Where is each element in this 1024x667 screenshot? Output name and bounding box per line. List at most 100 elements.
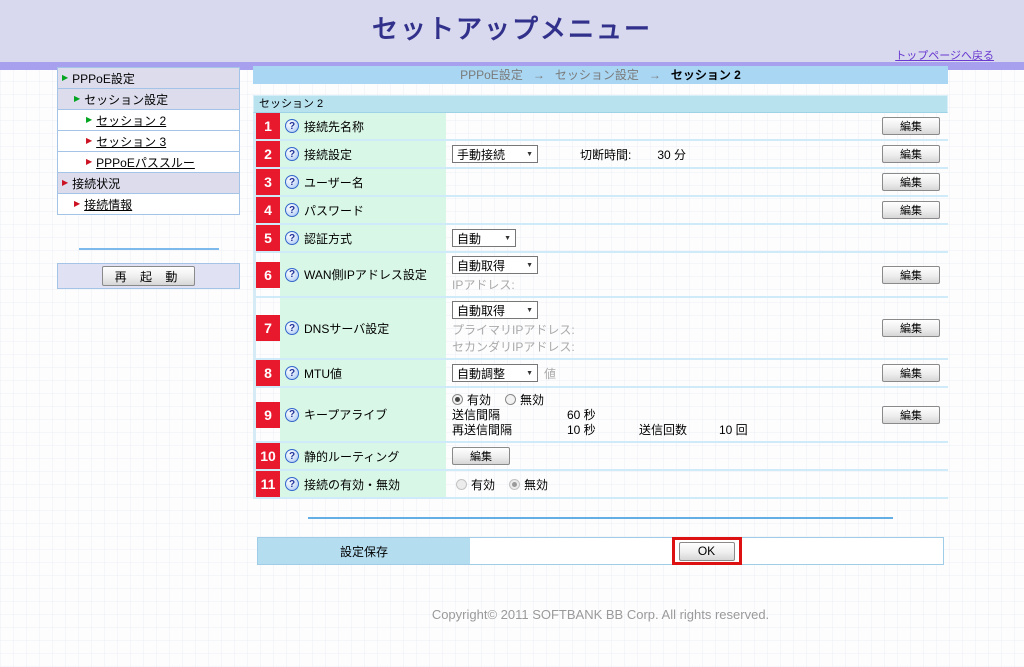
connection-mode-select[interactable]: 手動接続 ▼ xyxy=(452,145,538,163)
connection-disabled-radio xyxy=(509,479,520,490)
sidebar-item-pppoe-passthrough[interactable]: ▶ PPPoEパススルー xyxy=(57,151,240,173)
row-number-badge: 7 xyxy=(256,315,280,341)
help-icon[interactable]: ? xyxy=(285,321,299,335)
edit-button[interactable]: 編集 xyxy=(882,145,940,163)
row-label: DNSサーバ設定 xyxy=(304,320,389,337)
help-icon[interactable]: ? xyxy=(285,203,299,217)
help-icon[interactable]: ? xyxy=(285,268,299,282)
arrow-icon: ▶ xyxy=(62,179,68,187)
primary-ip-sublabel: プライマリIPアドレス: xyxy=(452,321,864,338)
row-label: 認証方式 xyxy=(304,230,352,247)
help-icon[interactable]: ? xyxy=(285,477,299,491)
ip-address-sublabel: IPアドレス: xyxy=(452,276,864,293)
sidebar-link-label[interactable]: PPPoEパススルー xyxy=(96,154,195,171)
send-interval-value: 60 秒 xyxy=(567,408,639,423)
radio-label: 無効 xyxy=(520,391,544,408)
row-number-badge: 8 xyxy=(256,360,280,386)
keepalive-enabled-radio[interactable] xyxy=(452,394,463,405)
sidebar-item-pppoe-settings: ▶ PPPoE設定 xyxy=(57,67,240,89)
arrow-icon: ▶ xyxy=(86,137,92,145)
row-label: キープアライブ xyxy=(304,406,387,423)
radio-label: 有効 xyxy=(467,391,491,408)
help-icon[interactable]: ? xyxy=(285,231,299,245)
row-label: 接続設定 xyxy=(304,146,352,163)
breadcrumb-arrow-icon: → xyxy=(649,68,661,82)
edit-button[interactable]: 編集 xyxy=(882,201,940,219)
edit-button[interactable]: 編集 xyxy=(882,406,940,424)
ok-highlight-box: OK xyxy=(672,537,742,565)
select-value: 自動調整 xyxy=(457,365,505,382)
send-count-value: 10 回 xyxy=(719,423,791,438)
help-icon[interactable]: ? xyxy=(285,119,299,133)
row-label: パスワード xyxy=(304,202,364,219)
wan-ip-select[interactable]: 自動取得 ▼ xyxy=(452,256,538,274)
row-password: 4 ? パスワード 編集 xyxy=(256,197,948,225)
header-band: セットアップメニュー xyxy=(0,0,1024,62)
edit-button[interactable]: 編集 xyxy=(882,117,940,135)
help-icon[interactable]: ? xyxy=(285,175,299,189)
help-icon[interactable]: ? xyxy=(285,449,299,463)
row-label: 接続先名称 xyxy=(304,118,364,135)
resend-interval-label: 再送信間隔 xyxy=(452,423,567,438)
dropdown-arrow-icon: ▼ xyxy=(526,370,533,377)
section-header: セッション 2 xyxy=(253,95,948,113)
sidebar-item-connection-info[interactable]: ▶ 接続情報 xyxy=(57,193,240,215)
row-number-badge: 4 xyxy=(256,197,280,223)
connection-enabled-radio xyxy=(456,479,467,490)
bottom-divider xyxy=(308,517,893,519)
row-label: 接続の有効・無効 xyxy=(304,476,400,493)
sidebar-item-session-3[interactable]: ▶ セッション 3 xyxy=(57,130,240,152)
ok-button[interactable]: OK xyxy=(679,542,735,561)
sidebar-link-label[interactable]: セッション 2 xyxy=(96,112,166,129)
edit-button[interactable]: 編集 xyxy=(882,364,940,382)
keepalive-disabled-radio[interactable] xyxy=(505,394,516,405)
select-value: 自動取得 xyxy=(457,257,505,274)
send-count-label: 送信回数 xyxy=(639,423,719,438)
row-connection-name: 1 ? 接続先名称 編集 xyxy=(256,113,948,141)
edit-button[interactable]: 編集 xyxy=(882,266,940,284)
row-number-badge: 6 xyxy=(256,262,280,288)
row-number-badge: 1 xyxy=(256,113,280,139)
breadcrumb: PPPoE設定→セッション設定→セッション 2 xyxy=(253,66,948,84)
row-number-badge: 3 xyxy=(256,169,280,195)
dns-server-select[interactable]: 自動取得 ▼ xyxy=(452,301,538,319)
help-icon[interactable]: ? xyxy=(285,366,299,380)
restart-box: 再 起 動 xyxy=(57,263,240,289)
restart-button[interactable]: 再 起 動 xyxy=(102,266,196,286)
breadcrumb-item: セッション設定 xyxy=(555,68,639,82)
select-value: 自動 xyxy=(457,230,481,247)
dropdown-arrow-icon: ▼ xyxy=(526,307,533,314)
radio-label: 有効 xyxy=(471,476,495,493)
sidebar-item-session-settings: ▶ セッション設定 xyxy=(57,88,240,110)
static-routing-edit-button[interactable]: 編集 xyxy=(452,447,510,465)
mtu-select[interactable]: 自動調整 ▼ xyxy=(452,364,538,382)
help-icon[interactable]: ? xyxy=(285,408,299,422)
breadcrumb-current: セッション 2 xyxy=(671,68,741,82)
back-to-top-link[interactable]: トップページへ戻る xyxy=(895,47,994,63)
edit-button[interactable]: 編集 xyxy=(882,319,940,337)
sidebar-link-label[interactable]: セッション 3 xyxy=(96,133,166,150)
row-wan-ip: 6 ? WAN側IPアドレス設定 自動取得 ▼ IPアドレス: 編集 xyxy=(256,253,948,298)
sidebar-item-label: PPPoE設定 xyxy=(72,70,135,87)
main-panel: PPPoE設定→セッション設定→セッション 2 セッション 2 1 ? 接続先名… xyxy=(253,66,948,622)
disconnect-time-value: 30 分 xyxy=(657,146,686,163)
row-number-badge: 11 xyxy=(256,471,280,497)
resend-interval-value: 10 秒 xyxy=(567,423,639,438)
row-connection-setting: 2 ? 接続設定 手動接続 ▼ 切断時間: 30 分 編集 xyxy=(256,141,948,169)
auth-method-select[interactable]: 自動 ▼ xyxy=(452,229,516,247)
edit-button[interactable]: 編集 xyxy=(882,173,940,191)
sidebar-item-session-2[interactable]: ▶ セッション 2 xyxy=(57,109,240,131)
dropdown-arrow-icon: ▼ xyxy=(526,262,533,269)
save-settings-label: 設定保存 xyxy=(258,538,470,564)
sidebar-link-label[interactable]: 接続情報 xyxy=(84,196,132,213)
secondary-ip-sublabel: セカンダリIPアドレス: xyxy=(452,338,864,355)
sidebar-item-connection-status: ▶ 接続状況 xyxy=(57,172,240,194)
row-keepalive: 9 ? キープアライブ 有効 無効 送信間隔 60 秒 再送信間隔 10 xyxy=(256,388,948,443)
disconnect-time-label: 切断時間: xyxy=(580,146,631,163)
row-label: MTU値 xyxy=(304,365,342,382)
help-icon[interactable]: ? xyxy=(285,147,299,161)
row-label: ユーザー名 xyxy=(304,174,364,191)
sidebar-item-label: セッション設定 xyxy=(84,91,168,108)
radio-label: 無効 xyxy=(524,476,548,493)
copyright-text: Copyright© 2011 SOFTBANK BB Corp. All ri… xyxy=(253,607,948,622)
